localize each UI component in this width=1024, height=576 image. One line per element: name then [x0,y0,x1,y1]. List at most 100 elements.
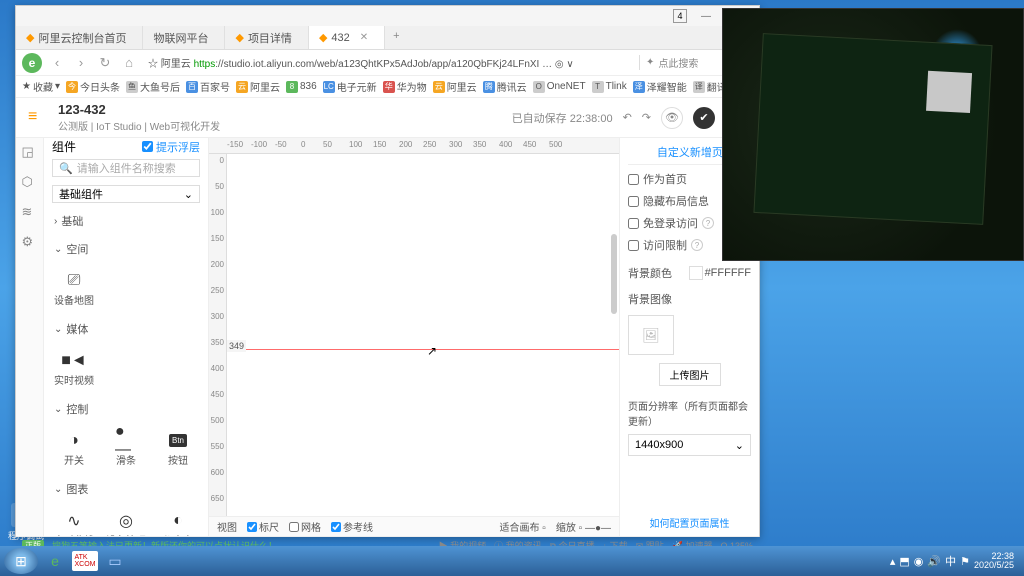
tab-console[interactable]: ◆阿里云控制台首页 [16,26,143,49]
redo-icon[interactable]: ↷ [642,111,651,124]
rail-user-icon[interactable]: ◲ [22,144,38,160]
rail-layers-icon[interactable]: ≋ [22,204,38,220]
tray-net-icon[interactable]: ⬒ [899,555,909,568]
undo-icon[interactable]: ↶ [623,111,632,124]
ruler-horizontal: -150-100-5005010015020025030035040045050… [209,138,619,154]
comp-map[interactable]: ⎚设备地图 [50,267,98,311]
taskbar: ⊞ e ATKXCOM ▭ ▴ ⬒ ◉ 🔊 中 ⚑ 22:38 2020/5/2… [0,546,1024,576]
search-box[interactable]: ✦点此搜索 [639,55,729,70]
chevron-down-icon: ⌄ [735,439,744,452]
color-swatch[interactable] [689,266,703,280]
zoom-control[interactable]: 缩放 ▫ —●— [556,519,611,534]
comp-dash[interactable]: ◐仪表盘 [154,507,202,536]
bm-2[interactable]: 鱼大鱼号后 [126,79,180,94]
comp-mgmt[interactable]: ◎设备管理 [102,507,150,536]
tab-iot[interactable]: 物联网平台 [143,26,225,49]
ruler-vertical: 050100150200250300350400450500550600650 [209,154,227,516]
resolution-label: 页面分辨率（所有页面都会更新） [628,398,751,428]
url-bar[interactable]: ☆ 阿里云 https://studio.iot.aliyun.com/web/… [144,53,633,72]
bm-3[interactable]: 百百家号 [186,79,230,94]
comp-button[interactable]: Btn按钮 [154,427,202,471]
back-icon[interactable]: ‹ [48,54,66,72]
bm-1[interactable]: 今今日头条 [66,79,120,94]
upload-button[interactable]: 上传图片 [659,363,721,386]
nav-bar: e ‹ › ↻ ⌂ ☆ 阿里云 https://studio.iot.aliyu… [16,50,759,76]
window-count[interactable]: 4 [673,9,687,23]
help-icon[interactable]: ? [691,239,703,251]
bookmark-bar: ★收藏 ▾ 今今日头条 鱼大鱼号后 百百家号 云阿里云 8836 LC电子元新 … [16,76,759,98]
bm-9[interactable]: 腾腾讯云 [483,79,527,94]
bm-7[interactable]: 华华为物 [383,79,427,94]
webcam-feed [722,8,1024,261]
group-basic[interactable]: 基础 [44,207,208,235]
mgmt-icon: ◎ [115,512,137,530]
autosave-label: 已自动保存 22:38:00 [512,110,613,126]
component-category-select[interactable]: 基础组件⌄ [52,185,200,203]
comp-slider[interactable]: ●—滑条 [102,427,150,471]
component-panel: 组件 提示浮层 🔍请输入组件名称搜索 基础组件⌄ 基础 空间 ⎚设备地图 媒体 … [44,138,209,536]
rail-settings-icon[interactable]: ⚙ [22,234,38,250]
check-icon[interactable]: ✔ [693,107,715,129]
bm-8[interactable]: 云阿里云 [433,79,477,94]
reload-icon[interactable]: ↻ [96,54,114,72]
bm-10[interactable]: OOneNET [533,81,586,93]
app-frame: ≡ 123-432 公测版 | IoT Studio | Web可视化开发 已自… [16,98,759,536]
help-icon[interactable]: ? [702,217,714,229]
tray-ime-icon[interactable]: 中 [945,553,956,569]
comp-switch[interactable]: ◑开关 [50,427,98,471]
home-icon[interactable]: ⌂ [120,54,138,72]
fit-button[interactable]: 适合画布 ▫ [500,519,546,534]
bgcolor-value[interactable]: #FFFFFF [705,267,751,279]
tab-project[interactable]: ◆项目详情 [225,26,308,49]
switch-icon: ◑ [63,432,85,450]
slider-icon: ●— [115,432,137,450]
grid-toggle[interactable]: 网格 [289,519,321,534]
cursor-icon [427,344,437,358]
browser-window: 4 — ☐ ✕ ◆阿里云控制台首页 物联网平台 ◆项目详情 ◆432✕ + e … [15,5,760,537]
component-search[interactable]: 🔍请输入组件名称搜索 [52,159,200,177]
bm-5[interactable]: 8836 [286,81,317,93]
bm-11[interactable]: TTlink [592,81,627,93]
bm-4[interactable]: 云阿里云 [236,79,280,94]
bm-12[interactable]: 泽泽耀智能 [633,79,687,94]
preview-icon[interactable]: 👁 [661,107,683,129]
tray-flag-icon[interactable]: ⚑ [960,555,970,568]
guides-toggle[interactable]: 参考线 [331,519,373,534]
tab-432[interactable]: ◆432✕ [309,26,385,49]
resolution-select[interactable]: 1440x900⌄ [628,434,751,456]
guide-label: 349 [227,340,246,352]
clock[interactable]: 22:38 2020/5/25 [974,552,1014,570]
rail-cube-icon[interactable]: ⬡ [22,174,38,190]
help-link[interactable]: 如何配置页面属性 [628,515,751,530]
minimize-icon[interactable]: — [697,8,715,24]
task-browser-icon[interactable]: e [40,549,70,573]
group-control[interactable]: 控制 [44,395,208,423]
guide-line[interactable] [227,349,619,350]
group-media[interactable]: 媒体 [44,315,208,343]
hamburger-icon[interactable]: ≡ [28,108,48,128]
tray-shield-icon[interactable]: ◉ [914,555,924,568]
tab-close-icon[interactable]: ✕ [360,32,368,43]
canvas[interactable]: 349 [227,154,619,516]
bm-fav[interactable]: ★收藏 ▾ [22,79,60,94]
start-button[interactable]: ⊞ [4,548,38,574]
bgcolor-label: 背景颜色 [628,265,672,281]
image-placeholder[interactable]: 🖼 [628,315,674,355]
bm-6[interactable]: LC电子元新 [323,79,377,94]
group-chart[interactable]: 图表 [44,475,208,503]
task-atk-icon[interactable]: ATKXCOM [72,551,98,571]
float-toggle[interactable]: 提示浮层 [142,139,200,155]
bgimg-label: 背景图像 [628,291,751,307]
forward-icon[interactable]: › [72,54,90,72]
new-tab-button[interactable]: + [385,26,407,49]
tray-up-icon[interactable]: ▴ [890,555,896,568]
comp-video[interactable]: ■◄实时视频 [50,347,98,391]
tray-vol-icon[interactable]: 🔊 [927,555,941,568]
scrollbar[interactable] [611,174,619,391]
video-icon: ■◄ [63,352,85,370]
task-app-icon[interactable]: ▭ [100,549,130,573]
comp-line[interactable]: ∿实时曲线 [50,507,98,536]
group-space[interactable]: 空间 [44,235,208,263]
ruler-toggle[interactable]: 标尺 [247,519,279,534]
view-label: 视图 [217,519,237,534]
